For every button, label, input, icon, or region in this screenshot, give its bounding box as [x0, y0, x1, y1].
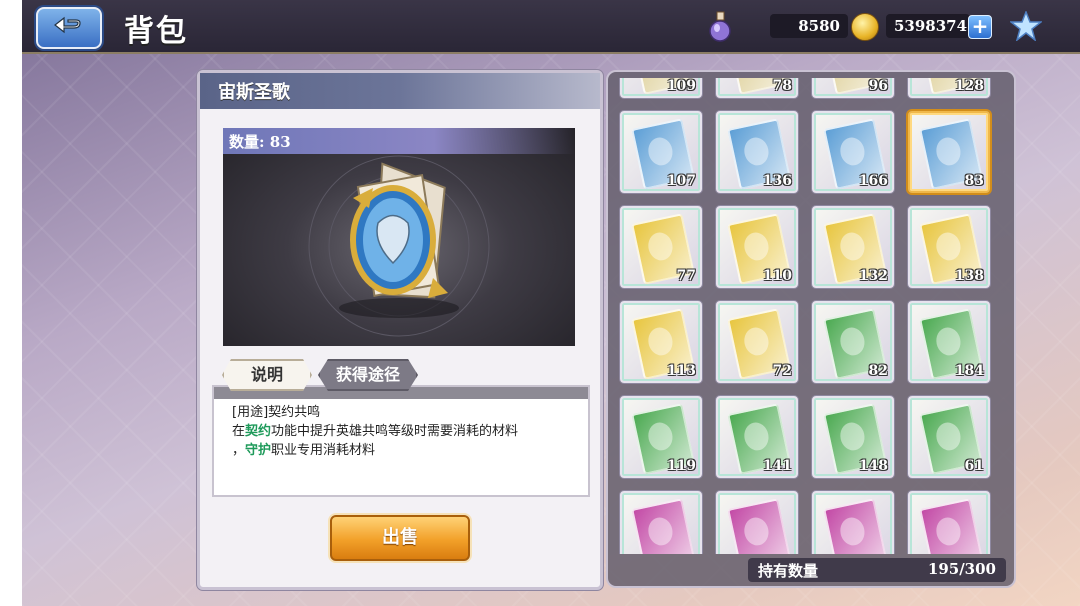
item-card-icon: [727, 498, 791, 554]
inventory-slot[interactable]: 96: [812, 78, 894, 98]
inventory-slot[interactable]: 138: [908, 206, 990, 288]
back-arrow-icon: [54, 16, 81, 34]
inventory-slot[interactable]: [812, 491, 894, 554]
inventory-slot[interactable]: 128: [908, 78, 990, 98]
inventory-slot[interactable]: [620, 491, 702, 554]
tab-description[interactable]: 说明: [222, 359, 312, 391]
slot-quantity: 141: [762, 458, 792, 474]
gold-coin-icon: [851, 13, 879, 41]
desc-text-c: ，: [232, 443, 246, 458]
slot-quantity: 61: [964, 458, 984, 474]
inventory-slot[interactable]: 148: [812, 396, 894, 478]
back-button[interactable]: [36, 7, 102, 49]
slot-quantity: 138: [954, 268, 984, 284]
item-card-icon: [919, 498, 983, 554]
inventory-slot[interactable]: 141: [716, 396, 798, 478]
game-screen: 背包 8580 53983741 + 宙斯圣歌 数量: 83 [用途]契约共鸣 …: [22, 0, 1080, 606]
hold-count-value: 195/300: [927, 560, 996, 578]
gold-amount: 53983741: [886, 14, 978, 38]
desc-highlight-contract: 契约: [245, 424, 272, 439]
slot-quantity: 128: [954, 78, 984, 94]
item-name: 宙斯圣歌: [218, 82, 290, 103]
description-text: [用途]契约共鸣 在契约功能中提升英雄共鸣等级时需要消耗的材料 ，守护职业专用消…: [232, 403, 518, 460]
inventory-slot[interactable]: 132: [812, 206, 894, 288]
slot-quantity: 166: [858, 173, 888, 189]
slot-quantity: 113: [666, 363, 696, 379]
inventory-slot[interactable]: [908, 491, 990, 554]
slot-quantity: 107: [666, 173, 696, 189]
desc-text-d: 职业专用消耗材料: [271, 443, 376, 458]
item-card-icon: [823, 498, 887, 554]
inventory-slot[interactable]: 72: [716, 301, 798, 383]
desc-line-2: 在契约功能中提升英雄共鸣等级时需要消耗的材料: [232, 422, 518, 441]
potion-amount: 8580: [770, 14, 848, 38]
inventory-slot[interactable]: 110: [716, 206, 798, 288]
slot-quantity: 109: [666, 78, 696, 94]
inventory-slot[interactable]: 83: [908, 111, 990, 193]
slot-quantity: 82: [868, 363, 888, 379]
desc-line-3: ，守护职业专用消耗材料: [232, 441, 518, 460]
inventory-slot[interactable]: 109: [620, 78, 702, 98]
page-title: 背包: [124, 14, 188, 49]
hold-count-bar: 持有数量 195/300: [748, 558, 1006, 582]
potion-icon: [709, 11, 731, 42]
inventory-slot[interactable]: 166: [812, 111, 894, 193]
description-box: [用途]契约共鸣 在契约功能中提升英雄共鸣等级时需要消耗的材料 ，守护职业专用消…: [212, 385, 590, 497]
item-detail-panel: 宙斯圣歌 数量: 83 [用途]契约共鸣 在契约功能中提升英雄共鸣等级时需要消耗…: [197, 70, 603, 590]
inventory-slot[interactable]: 78: [716, 78, 798, 98]
add-gold-button[interactable]: +: [968, 15, 992, 39]
item-artwork: [308, 155, 490, 337]
slot-quantity: 78: [772, 78, 792, 94]
tab-obtain-source[interactable]: 获得途径: [318, 359, 418, 391]
slot-quantity: 148: [858, 458, 888, 474]
item-count-bar: 数量: 83: [223, 128, 575, 154]
slot-quantity: 119: [666, 458, 696, 474]
inventory-slot[interactable]: 61: [908, 396, 990, 478]
slot-quantity: 72: [772, 363, 792, 379]
inventory-slot[interactable]: [716, 491, 798, 554]
slot-quantity: 110: [762, 268, 792, 284]
star-icon[interactable]: [1010, 11, 1042, 41]
inventory-slot[interactable]: 119: [620, 396, 702, 478]
item-count: 数量: 83: [229, 133, 291, 151]
desc-line-1: [用途]契约共鸣: [232, 405, 321, 420]
item-title-bar: 宙斯圣歌: [200, 73, 600, 109]
inventory-slot[interactable]: 77: [620, 206, 702, 288]
desc-text-a: 在: [232, 424, 246, 439]
desc-text-b: 功能中提升英雄共鸣等级时需要消耗的材料: [271, 424, 519, 439]
inventory-slot[interactable]: 113: [620, 301, 702, 383]
inventory-slot[interactable]: 82: [812, 301, 894, 383]
hold-count-label: 持有数量: [758, 562, 819, 580]
inventory-slot[interactable]: 107: [620, 111, 702, 193]
desc-highlight-guardian: 守护: [245, 443, 272, 458]
item-preview: 数量: 83: [223, 128, 575, 346]
slot-quantity: 96: [868, 78, 888, 94]
slot-quantity: 132: [858, 268, 888, 284]
slot-quantity: 136: [762, 173, 792, 189]
inventory-slot[interactable]: 184: [908, 301, 990, 383]
top-bar: 背包 8580 53983741 +: [22, 0, 1080, 54]
inventory-panel: 109 78 96 128 107 136 166 83 77 110 132 138 113 72 82 1…: [606, 70, 1016, 588]
slot-quantity: 83: [964, 173, 984, 189]
item-card-icon: [631, 498, 695, 554]
inventory-slot[interactable]: 136: [716, 111, 798, 193]
sell-button[interactable]: 出售: [330, 515, 470, 561]
slot-quantity: 77: [676, 268, 696, 284]
inventory-scroll-area[interactable]: 109 78 96 128 107 136 166 83 77 110 132 138 113 72 82 1…: [616, 78, 1010, 554]
slot-quantity: 184: [954, 363, 984, 379]
